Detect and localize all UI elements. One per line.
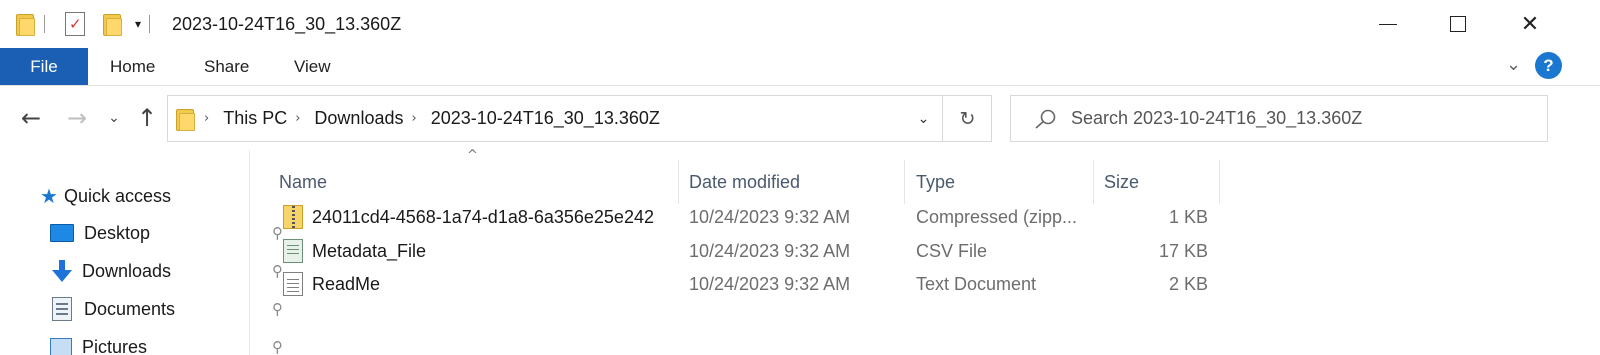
tab-share[interactable]: Share [182,48,271,85]
file-row[interactable]: Metadata_File 10/24/2023 9:32 AM CSV Fil… [251,234,1221,268]
help-button[interactable]: ? [1535,52,1562,79]
sidebar-item-quick-access[interactable]: ★ Quick access [40,178,171,214]
sidebar-item-label: Quick access [63,185,171,206]
new-folder-icon[interactable] [101,12,123,36]
ribbon-tabs: File Home Share View ⌄ ? [0,48,1600,86]
file-row[interactable]: 24011cd4-4568-1a74-d1a8-6a356e25e242 10/… [251,200,1221,234]
file-list: ^ Name Date modified Type Size 24011cd4-… [251,148,1600,355]
chevron-down-icon: ⌄ [917,110,930,127]
file-size: 17 KB [1158,241,1208,261]
properties-icon[interactable] [65,12,85,36]
breadcrumb-downloads[interactable]: Downloads [314,108,403,129]
forward-arrow-icon: → [66,104,88,132]
forward-button[interactable]: → [62,102,92,134]
qat-separator [149,15,151,33]
desktop-icon [50,224,74,242]
refresh-icon: ↻ [959,107,976,130]
navigation-pane: ★ Quick access Desktop ⚲ Downloads ⚲ Doc… [0,150,283,355]
sidebar-item-pictures[interactable]: Pictures ⚲ [50,329,283,355]
file-name: 24011cd4-4568-1a74-d1a8-6a356e25e242 [312,207,654,227]
chevron-down-icon: ⌄ [108,110,120,126]
csv-file-icon [283,239,303,263]
sidebar-item-label: Pictures [82,336,148,355]
close-icon: ✕ [1520,11,1540,37]
file-row[interactable]: ReadMe 10/24/2023 9:32 AM Text Document … [251,267,1221,301]
documents-icon [52,297,72,321]
maximize-button[interactable] [1422,0,1494,48]
file-type: Compressed (zipp... [916,207,1078,227]
sidebar-item-downloads[interactable]: Downloads ⚲ [50,253,283,289]
file-date-modified: 10/24/2023 9:32 AM [689,274,851,294]
tab-view[interactable]: View [272,48,353,85]
sidebar-item-label: Documents [84,298,176,319]
up-arrow-icon: ↑ [136,104,158,132]
breadcrumb-separator-icon[interactable]: › [295,111,300,126]
pictures-icon [50,338,72,355]
file-type: CSV File [916,241,988,261]
address-bar[interactable]: › This PC › Downloads › 2023-10-24T16_30… [167,95,992,142]
downloads-icon [52,260,72,282]
file-size: 2 KB [1168,274,1208,294]
column-header-type[interactable]: Type [906,160,1094,204]
expand-ribbon-chevron-icon[interactable]: ⌄ [1506,54,1521,75]
recent-locations-button[interactable]: ⌄ [104,102,124,134]
file-date-modified: 10/24/2023 9:32 AM [689,207,851,227]
customize-qat-arrow-icon[interactable]: ▾ [135,17,141,31]
minimize-button[interactable] [1352,0,1424,48]
file-name: ReadMe [312,274,381,294]
breadcrumb: › This PC › Downloads › 2023-10-24T16_30… [204,96,660,141]
sidebar-item-documents[interactable]: Documents ⚲ [50,291,283,327]
folder-icon [14,12,36,36]
file-size: 1 KB [1168,207,1208,227]
back-button[interactable]: ← [16,102,46,134]
column-header-date-modified[interactable]: Date modified [679,160,905,204]
minimize-icon [1379,23,1397,25]
address-dropdown-button[interactable]: ⌄ [905,96,943,141]
breadcrumb-current-folder[interactable]: 2023-10-24T16_30_13.360Z [431,108,660,129]
tab-file[interactable]: File [0,48,88,85]
qat-separator [44,15,45,33]
file-type: Text Document [916,274,1037,294]
refresh-button[interactable]: ↻ [944,96,991,141]
file-date-modified: 10/24/2023 9:32 AM [689,241,851,261]
column-header-size[interactable]: Size [1094,160,1220,204]
breadcrumb-separator-icon[interactable]: › [204,111,209,126]
sidebar-item-desktop[interactable]: Desktop ⚲ [50,215,283,251]
quick-access-toolbar: ▾ [14,10,158,38]
folder-icon [174,107,196,131]
file-name: Metadata_File [312,241,427,261]
tab-home[interactable]: Home [88,48,177,85]
title-bar: ▾ 2023-10-24T16_30_13.360Z ✕ [0,0,1600,48]
sidebar-item-label: Downloads [82,260,172,281]
breadcrumb-separator-icon[interactable]: › [411,111,416,126]
window-title: 2023-10-24T16_30_13.360Z [172,14,402,34]
search-input[interactable] [1071,96,1541,141]
text-file-icon [283,272,303,296]
zip-folder-icon [283,205,303,229]
column-header-name[interactable]: Name [269,160,679,204]
sidebar-item-label: Desktop [84,222,151,243]
back-arrow-icon: ← [20,104,42,132]
navigation-bar: ← → ⌄ ↑ › This PC › Downloads › 2023-10-… [0,88,1600,148]
search-icon [1035,109,1056,129]
search-box[interactable] [1010,95,1548,142]
maximize-icon [1450,16,1466,32]
close-button[interactable]: ✕ [1494,0,1566,48]
up-button[interactable]: ↑ [132,102,162,134]
breadcrumb-this-pc[interactable]: This PC [223,108,287,129]
star-icon: ★ [40,184,58,208]
